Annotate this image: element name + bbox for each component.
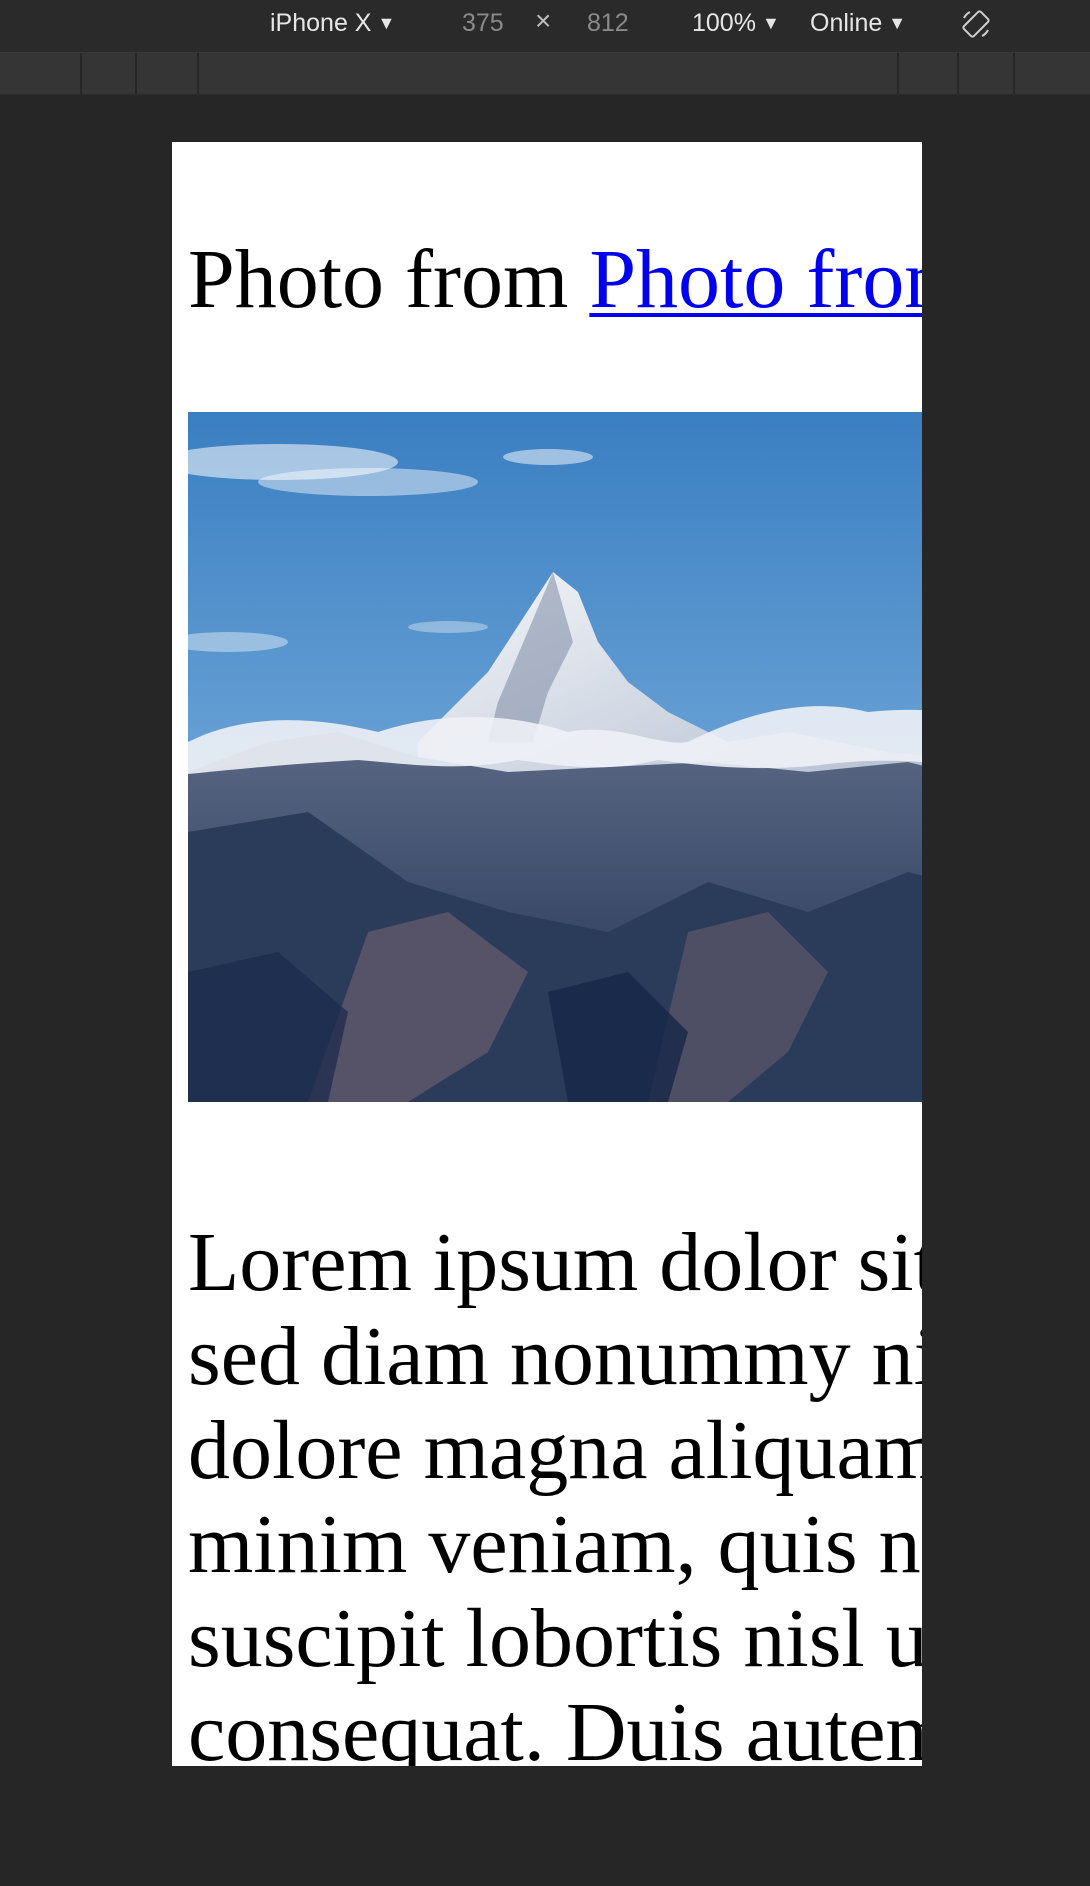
zoom-select[interactable]: 100% ▼ bbox=[692, 8, 780, 38]
height-input[interactable]: 812 bbox=[587, 8, 629, 38]
chevron-down-icon: ▼ bbox=[888, 13, 907, 33]
device-toolbar: iPhone X ▼ 375 × 812 100% ▼ Online ▼ bbox=[0, 0, 1090, 53]
zoom-label: 100% bbox=[692, 9, 756, 37]
heading-text: Photo from bbox=[188, 233, 590, 326]
device-select[interactable]: iPhone X ▼ bbox=[270, 8, 395, 38]
photo-credit-link[interactable]: Photo from bbox=[589, 233, 922, 326]
paragraph-line: Lorem ipsum dolor sit bbox=[188, 1216, 922, 1309]
mountain-photo bbox=[188, 412, 922, 1102]
media-query-segment[interactable] bbox=[82, 53, 137, 94]
media-query-segment[interactable] bbox=[137, 53, 199, 94]
media-query-segment[interactable] bbox=[899, 53, 959, 94]
paragraph-line: suscipit lobortis nisl u bbox=[188, 1592, 922, 1685]
network-label: Online bbox=[810, 9, 883, 37]
page-heading: Photo from Photo from bbox=[188, 232, 922, 328]
device-viewport: Photo from Photo from bbox=[172, 142, 922, 1766]
chevron-down-icon: ▼ bbox=[377, 13, 396, 33]
paragraph-line: sed diam nonummy ni bbox=[188, 1310, 922, 1403]
media-query-bar bbox=[0, 53, 1090, 95]
media-query-segment[interactable] bbox=[1015, 53, 1090, 94]
device-label: iPhone X bbox=[270, 9, 372, 37]
paragraph: Lorem ipsum dolor sit sed diam nonummy n… bbox=[188, 1216, 922, 1766]
width-input[interactable]: 375 bbox=[462, 8, 504, 38]
chevron-down-icon: ▼ bbox=[761, 13, 780, 33]
network-select[interactable]: Online ▼ bbox=[810, 8, 906, 38]
times-icon: × bbox=[535, 5, 552, 36]
media-query-segment[interactable] bbox=[959, 53, 1015, 94]
paragraph-line: minim veniam, quis no bbox=[188, 1498, 922, 1591]
media-query-segment[interactable] bbox=[199, 53, 899, 94]
rotate-icon[interactable] bbox=[960, 8, 992, 40]
paragraph-line: dolore magna aliquam bbox=[188, 1404, 922, 1497]
media-query-segment[interactable] bbox=[0, 53, 82, 94]
paragraph-line: consequat. Duis autem bbox=[188, 1686, 922, 1766]
